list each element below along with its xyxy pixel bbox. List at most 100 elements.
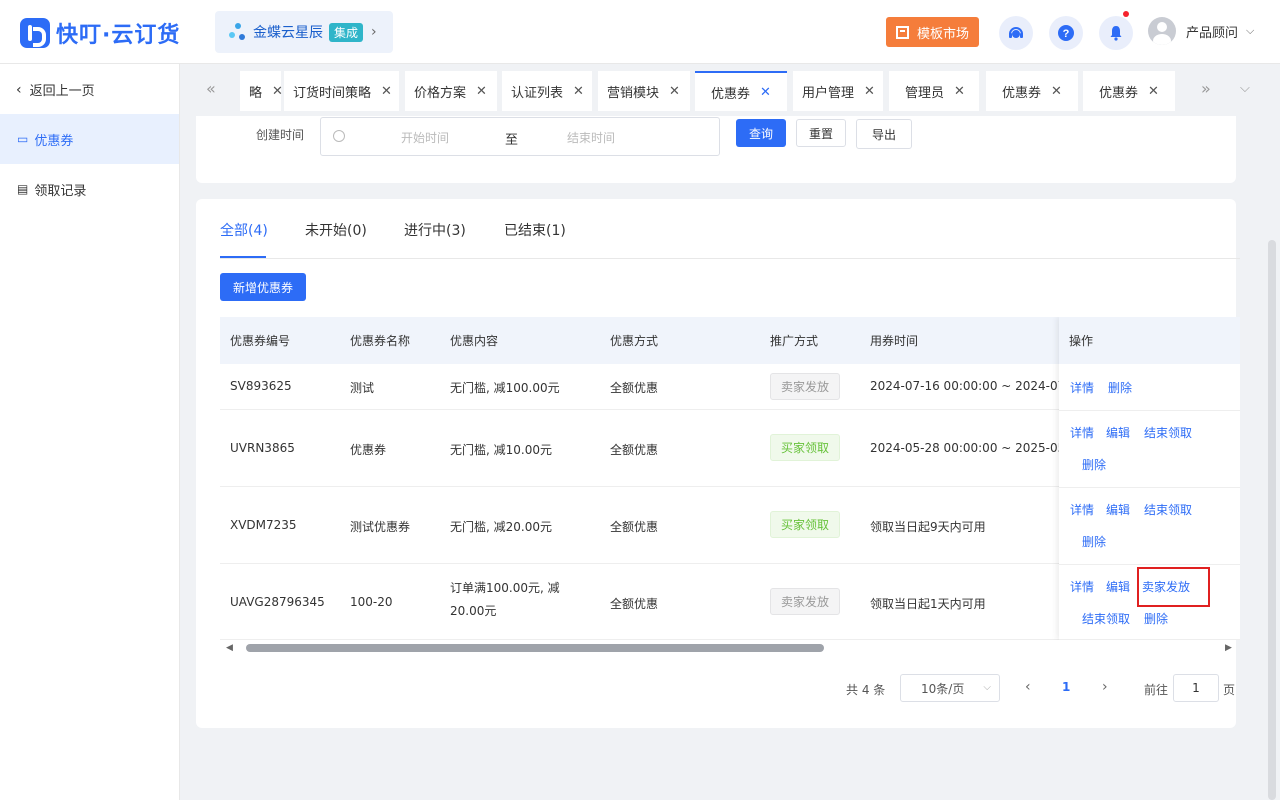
kingdee-label: 金蝶云星辰 (253, 25, 323, 41)
start-time-input[interactable]: 开始时间 (401, 129, 449, 146)
help-icon[interactable]: ? (1049, 16, 1083, 50)
page-tab[interactable]: 管理员 ✕ (889, 71, 979, 111)
column-header: 推广方式 (770, 334, 819, 348)
ticket-icon: ▭ (17, 132, 29, 146)
close-icon[interactable]: ✕ (476, 84, 487, 99)
end-claim-link[interactable]: 结束领取 (1144, 424, 1192, 441)
page-tab[interactable]: 订货时间策略 ✕ (284, 71, 399, 111)
usage-time: 2024-07-16 00:00:00 ~ 2024-07-18 (870, 379, 1085, 393)
status-tab-all[interactable]: 全部(4) (220, 220, 268, 240)
scroll-right-arrow-icon[interactable]: ▶ (1225, 643, 1232, 653)
delete-link[interactable]: 删除 (1144, 610, 1168, 627)
close-icon[interactable]: ✕ (573, 84, 584, 99)
delete-link[interactable]: 删除 (1108, 379, 1132, 396)
app-logo[interactable]: 快叮·云订货 (20, 17, 180, 49)
range-separator: 至 (505, 133, 519, 148)
end-claim-link[interactable]: 结束领取 (1082, 610, 1130, 627)
close-icon[interactable]: ✕ (669, 84, 680, 99)
coupon-code: UVRN3865 (230, 441, 295, 455)
coupon-name: 优惠券 (350, 443, 387, 457)
clock-icon (333, 130, 345, 142)
page-tab[interactable]: 营销模块 ✕ (598, 71, 690, 111)
kingdee-integration-button[interactable]: 金蝶云星辰 集成 › (215, 11, 393, 53)
discount-method: 全额优惠 (610, 443, 659, 457)
edit-link[interactable]: 编辑 (1106, 501, 1130, 518)
close-icon[interactable]: ✕ (272, 84, 283, 99)
tabs-dropdown-icon[interactable]: ⌵ (1240, 81, 1250, 96)
status-tab-ended[interactable]: 已结束(1) (504, 220, 566, 240)
tab-label: 管理员 (905, 85, 945, 101)
page-tab[interactable]: 略 ✕ (240, 71, 283, 111)
column-header: 优惠券名称 (350, 334, 411, 348)
close-icon[interactable]: ✕ (1051, 84, 1062, 99)
status-tab-in-progress[interactable]: 进行中(3) (404, 220, 466, 240)
page-tab[interactable]: 价格方案 ✕ (405, 71, 497, 111)
close-icon[interactable]: ✕ (381, 84, 392, 99)
table-horizontal-scrollbar[interactable]: ◀ ▶ (220, 643, 1240, 653)
tab-label: 用户管理 (802, 85, 855, 101)
tabs-scroll-left-icon[interactable]: « (206, 79, 216, 98)
page-tab[interactable]: 优惠券 ✕ (986, 71, 1078, 111)
highlight-box (1137, 567, 1210, 607)
coupon-code: XVDM7235 (230, 518, 297, 532)
user-menu[interactable]: 产品顾问 ⌵ (1148, 17, 1254, 45)
add-coupon-button[interactable]: 新增优惠券 (220, 273, 306, 301)
chevron-right-icon: › (371, 24, 377, 40)
page-tab[interactable]: 用户管理 ✕ (793, 71, 883, 111)
scroll-left-arrow-icon[interactable]: ◀ (226, 643, 233, 653)
detail-link[interactable]: 详情 (1070, 501, 1094, 518)
page-vertical-scrollbar[interactable] (1268, 240, 1276, 800)
detail-link[interactable]: 详情 (1070, 379, 1094, 396)
delete-link[interactable]: 删除 (1082, 456, 1106, 473)
prev-page-icon[interactable]: ‹ (1025, 679, 1031, 695)
current-page[interactable]: 1 (1062, 680, 1070, 694)
close-icon[interactable]: ✕ (954, 84, 965, 99)
end-time-input[interactable]: 结束时间 (567, 129, 615, 146)
goto-page-input[interactable]: 1 (1173, 674, 1219, 702)
chevron-down-icon: ⌵ (983, 682, 991, 693)
tab-label: 略 (249, 85, 263, 101)
back-link[interactable]: ‹ 返回上一页 (16, 80, 95, 100)
row-divider (1059, 410, 1240, 411)
sidebar-item-claim-records[interactable]: ▤ 领取记录 (0, 164, 179, 214)
page-tab-active[interactable]: 优惠券 ✕ (695, 71, 787, 111)
sidebar: ‹ 返回上一页 ▭ 优惠券 ▤ 领取记录 (0, 64, 180, 800)
export-button[interactable]: 导出 (856, 119, 912, 149)
notification-bell-icon[interactable] (1099, 11, 1133, 50)
page-tabs: « 略 ✕ 订货时间策略 ✕ 价格方案 ✕ 认证列表 ✕ 营销模块 ✕ 优惠券 ✕ 用户管理… (180, 64, 1280, 116)
close-icon[interactable]: ✕ (760, 85, 771, 100)
promo-tag: 买家领取 (770, 511, 840, 538)
detail-link[interactable]: 详情 (1070, 578, 1094, 595)
delete-link[interactable]: 删除 (1082, 533, 1106, 550)
edit-link[interactable]: 编辑 (1106, 578, 1130, 595)
page-tab[interactable]: 优惠券 ✕ (1083, 71, 1175, 111)
svg-text:?: ? (1063, 28, 1070, 40)
template-market-button[interactable]: 模板市场 (886, 17, 979, 47)
page-size-select[interactable]: 10条/页 ⌵ (900, 674, 1000, 702)
date-range-picker[interactable]: 开始时间 至 结束时间 (320, 117, 720, 156)
page-tab[interactable]: 认证列表 ✕ (502, 71, 592, 111)
next-page-icon[interactable]: › (1102, 679, 1108, 695)
status-tab-not-started[interactable]: 未开始(0) (305, 220, 367, 240)
customer-service-icon[interactable] (999, 16, 1033, 50)
chevron-down-icon: ⌵ (1246, 24, 1255, 37)
coupon-content: 订单满100.00元, 减20.00元 (450, 581, 560, 618)
tab-label: 优惠券 (1002, 85, 1042, 101)
close-icon[interactable]: ✕ (864, 84, 875, 99)
scrollbar-thumb[interactable] (246, 644, 824, 652)
close-icon[interactable]: ✕ (1148, 84, 1159, 99)
logo-text: 快叮·云订货 (56, 23, 181, 48)
usage-time: 领取当日起9天内可用 (870, 520, 986, 534)
detail-link[interactable]: 详情 (1070, 424, 1094, 441)
search-button[interactable]: 查询 (736, 119, 786, 147)
coupon-name: 测试 (350, 381, 375, 395)
coupon-code: UAVG28796345 (230, 595, 325, 609)
end-claim-link[interactable]: 结束领取 (1144, 501, 1192, 518)
tabs-scroll-right-icon[interactable]: » (1201, 79, 1211, 98)
edit-link[interactable]: 编辑 (1106, 424, 1130, 441)
total-count: 共 4 条 (846, 683, 886, 697)
reset-button[interactable]: 重置 (796, 119, 846, 147)
tab-divider (220, 258, 1240, 259)
sidebar-item-coupons[interactable]: ▭ 优惠券 (0, 114, 179, 164)
user-name: 产品顾问 (1186, 25, 1239, 41)
